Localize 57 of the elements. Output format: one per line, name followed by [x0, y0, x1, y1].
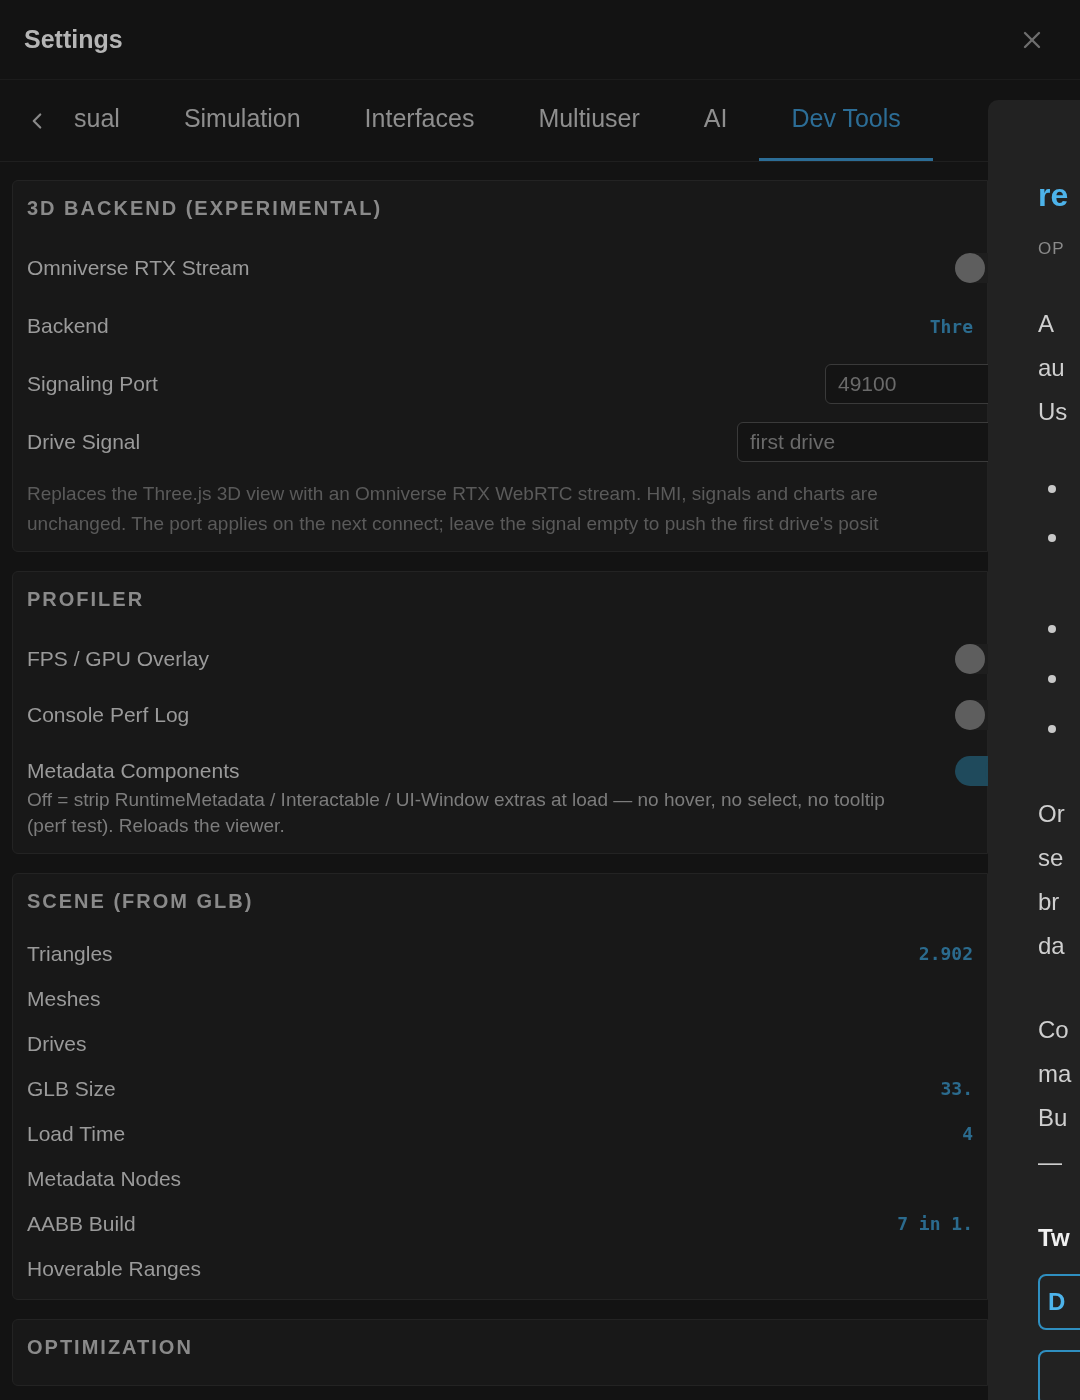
paragraph-text: au	[1038, 352, 1066, 383]
window-title: Settings	[24, 23, 123, 55]
panel-eyebrow: OP	[1038, 238, 1066, 260]
setting-label: Backend	[27, 313, 109, 340]
setting-label: Console Perf Log	[27, 702, 190, 729]
value-text: 4	[962, 1122, 973, 1146]
setting-label: Drives	[27, 1030, 87, 1057]
panel-subheading: Tw	[1038, 1222, 1071, 1253]
setting-label: AABB Build	[27, 1210, 136, 1237]
setting-label: FPS / GPU Overlay	[27, 646, 210, 673]
paragraph-text: Us	[1038, 396, 1069, 427]
setting-label: Load Time	[27, 1120, 126, 1147]
bullet-icon	[1048, 533, 1056, 542]
setting-label: Meshes	[27, 985, 101, 1012]
setting-label: Hoverable Ranges	[27, 1255, 201, 1282]
setting-label: Drive Signal	[27, 429, 141, 456]
setting-label: Triangles	[27, 940, 113, 967]
setting-label: GLB Size	[27, 1075, 116, 1102]
setting-label: Metadata Nodes	[27, 1165, 182, 1192]
paragraph-text: ma	[1038, 1058, 1073, 1089]
tab[interactable]: sual	[58, 80, 152, 161]
paragraph-text: Or	[1038, 798, 1066, 829]
bullet-icon	[1048, 484, 1056, 493]
section-title: SCENE (FROM GLB)	[27, 889, 254, 914]
bullet-icon	[1048, 624, 1056, 633]
tab[interactable]: Interfaces	[332, 80, 507, 161]
section-title: PROFILER	[27, 587, 145, 612]
bullet-icon	[1048, 724, 1056, 733]
paragraph-text: Co	[1038, 1014, 1070, 1045]
bullet-icon	[1048, 674, 1056, 683]
value-text: Thre	[929, 314, 973, 339]
paragraph-text: da	[1038, 930, 1066, 961]
value-text: 7 in 1.	[897, 1212, 973, 1236]
paragraph-text: A	[1038, 308, 1055, 339]
paragraph-text: se	[1038, 842, 1065, 873]
panel-heading: re	[1038, 176, 1070, 215]
setting-label: Omniverse RTX Stream	[27, 255, 250, 282]
help-text: (perf test). Reloads the viewer.	[27, 814, 286, 838]
text-field[interactable]: 49100	[825, 364, 988, 404]
help-text: Off = strip RuntimeMetadata / Interactable / UI-Window extras at load — no hover, no select, no tooltip	[27, 788, 886, 812]
section-title: 3D BACKEND (EXPERIMENTAL)	[27, 196, 383, 221]
text-field[interactable]: first drive	[737, 422, 988, 462]
paragraph-text: —	[1038, 1146, 1063, 1177]
tab[interactable]: Simulation	[151, 80, 333, 161]
value-text: 33.	[940, 1077, 973, 1101]
paragraph-text: br	[1038, 886, 1061, 917]
help-text: unchanged. The port applies on the next connect; leave the signal empty to push the first drive's posit	[27, 512, 880, 536]
setting-label: Signaling Port	[27, 371, 158, 398]
tab[interactable]: AI	[671, 80, 760, 161]
section-title: OPTIMIZATION	[27, 1335, 193, 1360]
setting-label: Metadata Components	[27, 758, 240, 785]
tab[interactable]: Dev Tools	[759, 80, 933, 161]
paragraph-text: Bu	[1038, 1102, 1069, 1133]
value-text: 2.902	[918, 942, 973, 966]
help-text: Replaces the Three.js 3D view with an Omniverse RTX WebRTC stream. HMI, signals and charts are	[27, 482, 879, 506]
panel-button[interactable]: D	[1038, 1273, 1080, 1330]
tab[interactable]: Multiuser	[506, 80, 672, 161]
